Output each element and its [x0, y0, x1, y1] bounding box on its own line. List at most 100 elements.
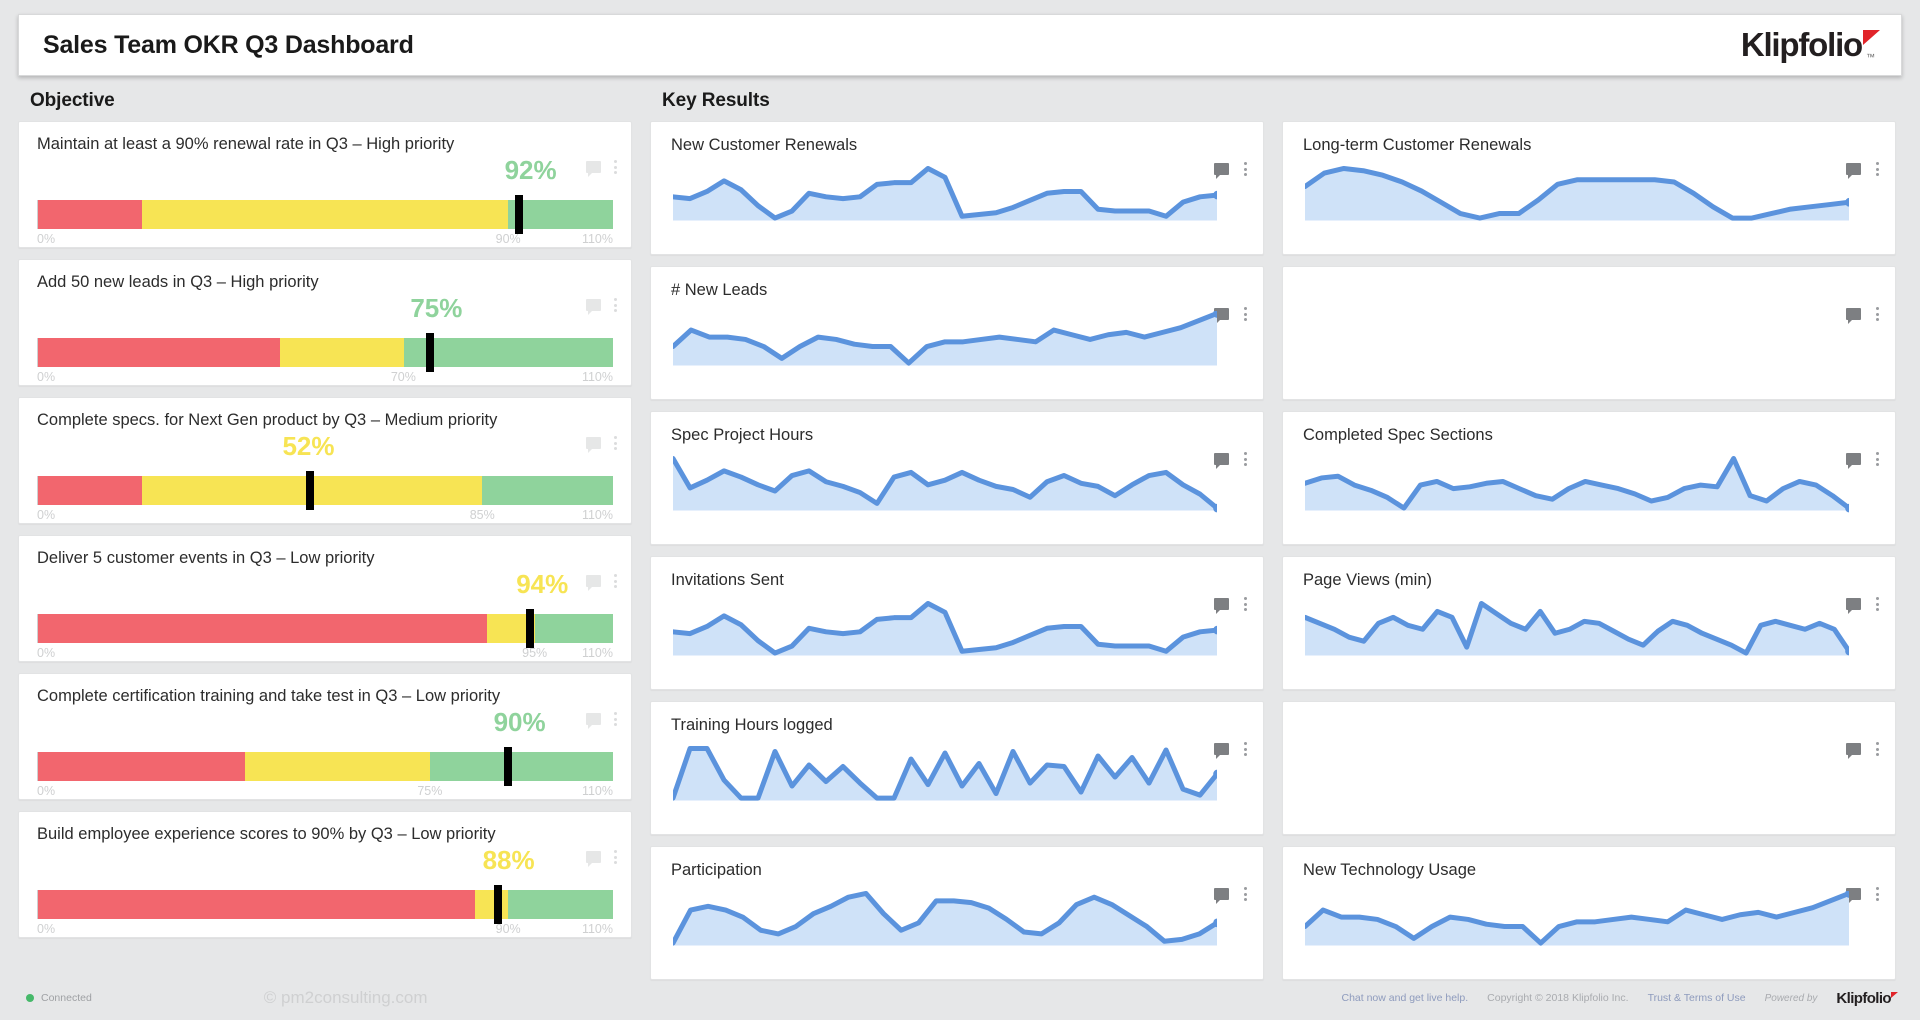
gauge-marker [426, 333, 434, 372]
key-result-card[interactable]: Invitations Sent [650, 556, 1264, 690]
objective-column-heading: Objective [30, 90, 632, 112]
comment-icon[interactable] [1846, 743, 1861, 755]
objective-card[interactable]: Complete certification training and take… [18, 673, 632, 800]
kebab-menu-icon[interactable] [1876, 452, 1879, 466]
objective-gauge: 0%90%110% [37, 890, 613, 938]
kebab-menu-icon[interactable] [1876, 162, 1879, 176]
objective-card-icons [586, 850, 617, 864]
comment-icon[interactable] [586, 437, 601, 449]
kebab-menu-icon[interactable] [1244, 742, 1247, 756]
comment-icon[interactable] [586, 851, 601, 863]
objective-card-icons [586, 712, 617, 726]
kebab-menu-icon[interactable] [1876, 742, 1879, 756]
kebab-menu-icon[interactable] [614, 712, 617, 726]
objective-title: Complete specs. for Next Gen product by … [37, 411, 613, 429]
key-result-card[interactable]: Training Hours logged [650, 701, 1264, 835]
objective-card[interactable]: Maintain at least a 90% renewal rate in … [18, 121, 632, 248]
kebab-menu-icon[interactable] [614, 850, 617, 864]
page-title: Sales Team OKR Q3 Dashboard [43, 31, 414, 60]
gauge-label-end: 110% [582, 370, 613, 384]
objective-title: Maintain at least a 90% renewal rate in … [37, 135, 613, 153]
key-result-card-icons [1846, 597, 1879, 611]
comment-icon[interactable] [586, 575, 601, 587]
gauge-label-mid: 90% [496, 232, 521, 246]
objective-card[interactable]: Complete specs. for Next Gen product by … [18, 397, 632, 524]
objective-card[interactable]: Add 50 new leads in Q3 – High priority75… [18, 259, 632, 386]
key-result-card[interactable]: Page Views (min) [1282, 556, 1896, 690]
comment-icon[interactable] [1846, 308, 1861, 320]
gauge-band-red [38, 476, 142, 505]
klipfolio-copyright: Copyright © 2018 Klipfolio Inc. [1487, 992, 1628, 1004]
kebab-menu-icon[interactable] [614, 574, 617, 588]
sparkline-chart [673, 601, 1217, 663]
key-results-list-right: Long-term Customer Renewals Completed Spe… [1282, 121, 1896, 980]
gauge-label-end: 110% [582, 232, 613, 246]
objective-gauge: 0%90%110% [37, 200, 613, 248]
gauge-band-yellow [280, 338, 404, 367]
kebab-menu-icon[interactable] [614, 298, 617, 312]
objective-card[interactable]: Deliver 5 customer events in Q3 – Low pr… [18, 535, 632, 662]
objective-progress-value: 88% [483, 845, 535, 876]
key-result-card-icons [1214, 162, 1247, 176]
key-result-card[interactable] [1282, 266, 1896, 400]
kebab-menu-icon[interactable] [1244, 162, 1247, 176]
footer-links: Chat now and get live help. Copyright © … [1341, 990, 1898, 1007]
gauge-band-yellow [142, 200, 509, 229]
key-result-card[interactable] [1282, 701, 1896, 835]
dashboard-footer: Connected © pm2consulting.com Chat now a… [0, 976, 1920, 1020]
key-result-card[interactable]: New Technology Usage [1282, 846, 1896, 980]
gauge-marker [306, 471, 314, 510]
gauge-marker [494, 885, 502, 924]
comment-icon[interactable] [586, 299, 601, 311]
chat-help-link[interactable]: Chat now and get live help. [1341, 992, 1468, 1004]
key-result-card[interactable]: New Customer Renewals [650, 121, 1264, 255]
key-result-card[interactable]: Completed Spec Sections [1282, 411, 1896, 545]
key-result-card[interactable]: Spec Project Hours [650, 411, 1264, 545]
comment-icon[interactable] [586, 713, 601, 725]
key-results-column-heading: Key Results [662, 90, 1264, 112]
key-result-card-icons [1846, 162, 1879, 176]
gauge-label-mid: 70% [391, 370, 416, 384]
objective-title: Build employee experience scores to 90% … [37, 825, 613, 843]
key-result-title: Training Hours logged [671, 716, 1245, 735]
kebab-menu-icon[interactable] [1244, 452, 1247, 466]
gauge-band-red [38, 614, 487, 643]
gauge-marker [515, 195, 523, 234]
dashboard-columns: Objective Maintain at least a 90% renewa… [18, 90, 1902, 991]
gauge-label-mid: 90% [496, 922, 521, 936]
gauge-bands [37, 890, 613, 919]
objective-column: Objective Maintain at least a 90% renewa… [18, 90, 632, 991]
sparkline-chart [1305, 166, 1849, 228]
key-result-card[interactable]: Participation [650, 846, 1264, 980]
key-result-title: Completed Spec Sections [1303, 426, 1877, 445]
objective-progress-value: 75% [410, 293, 462, 324]
kebab-menu-icon[interactable] [1244, 887, 1247, 901]
key-result-card[interactable]: Long-term Customer Renewals [1282, 121, 1896, 255]
objective-card-icons [586, 160, 617, 174]
gauge-labels: 0%95%110% [37, 646, 613, 662]
sparkline-chart [673, 746, 1217, 808]
terms-of-use-link[interactable]: Trust & Terms of Use [1648, 992, 1746, 1004]
objective-progress-value: 90% [494, 707, 546, 738]
objective-card-icons [586, 298, 617, 312]
kebab-menu-icon[interactable] [1876, 887, 1879, 901]
comment-icon[interactable] [586, 161, 601, 173]
connection-status: Connected [26, 992, 92, 1004]
key-result-card-icons [1214, 597, 1247, 611]
kebab-menu-icon[interactable] [614, 160, 617, 174]
kebab-menu-icon[interactable] [1244, 597, 1247, 611]
key-result-card[interactable]: # New Leads [650, 266, 1264, 400]
kebab-menu-icon[interactable] [1876, 597, 1879, 611]
key-result-card-icons [1214, 887, 1247, 901]
sparkline-chart [1305, 601, 1849, 663]
kebab-menu-icon[interactable] [1876, 307, 1879, 321]
footer-center-copyright: © pm2consulting.com [264, 988, 428, 1008]
objective-card[interactable]: Build employee experience scores to 90% … [18, 811, 632, 938]
objective-gauge: 0%95%110% [37, 614, 613, 662]
kebab-menu-icon[interactable] [1244, 307, 1247, 321]
key-results-column-right: Long-term Customer Renewals Completed Spe… [1282, 90, 1896, 991]
kebab-menu-icon[interactable] [614, 436, 617, 450]
key-result-title: Invitations Sent [671, 571, 1245, 590]
gauge-band-red [38, 200, 142, 229]
connected-label: Connected [41, 992, 92, 1004]
